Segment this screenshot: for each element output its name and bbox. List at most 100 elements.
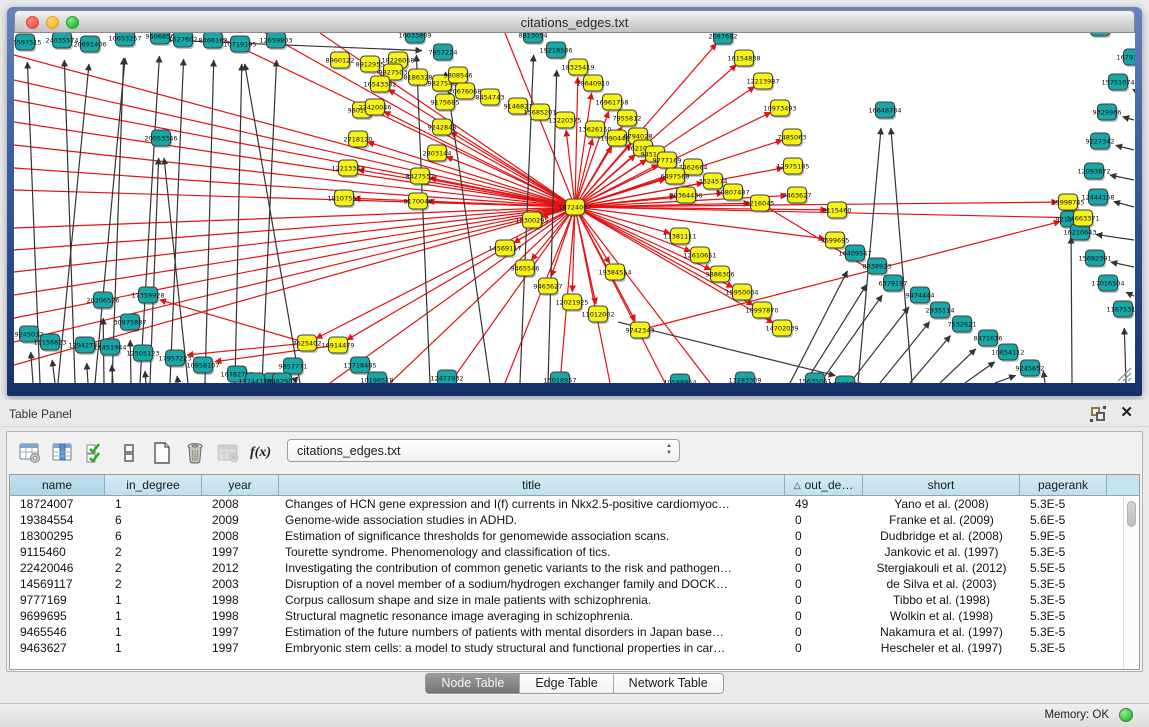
graph-node-label: 15635061	[798, 378, 831, 384]
graph-node-label: 7485063	[778, 134, 807, 142]
column-header-year[interactable]: year	[202, 475, 279, 495]
table-cell: Genome-wide association studies in ADHD.	[279, 512, 785, 528]
table-row[interactable]: 2242004622012Investigating the contribut…	[10, 560, 1139, 576]
graph-node-label: 11156823	[33, 339, 66, 347]
show-column-icon[interactable]	[50, 440, 76, 466]
table-cell: 1	[105, 496, 202, 512]
new-table-icon[interactable]	[149, 440, 175, 466]
memory-status-indicator	[1119, 708, 1133, 722]
network-canvas[interactable]: 1659751524035574206914061065325795068561…	[14, 33, 1135, 383]
graph-node-label: 20364436	[669, 192, 702, 200]
table-row[interactable]: 977716911998Corpus callosum shape and si…	[10, 592, 1139, 608]
graph-node-label: 7463627	[783, 192, 812, 200]
graph-node-label: 18107551	[327, 195, 360, 203]
select-attributes-icon[interactable]	[83, 440, 109, 466]
table-cell: 0	[785, 560, 863, 576]
delete-table-icon[interactable]	[182, 440, 208, 466]
table-cell: 9777169	[10, 592, 105, 608]
table-cell: 9463627	[10, 640, 105, 656]
table-cell: Tibbo et al. (1998)	[863, 592, 1020, 608]
graph-node-label: 12444158	[1081, 194, 1114, 202]
table-row[interactable]: 1938455462009Genome-wide association stu…	[10, 512, 1139, 528]
tab-edge-table[interactable]: Edge Table	[519, 674, 612, 693]
table-cell: 19384554	[10, 512, 105, 528]
table-selector-value: citations_edges.txt	[297, 444, 401, 458]
table-cell: 2003	[202, 576, 279, 592]
graph-node-label: 18325419	[561, 64, 594, 72]
table-selector-dropdown[interactable]: citations_edges.txt ▲▼	[287, 439, 680, 462]
graph-node[interactable]	[1091, 33, 1110, 36]
column-header-name[interactable]: name	[10, 475, 105, 495]
graph-node-label: 6794028	[624, 133, 653, 141]
table-cell: Disruption of a novel member of a sodium…	[279, 576, 785, 592]
table-settings-icon[interactable]	[17, 440, 43, 466]
graph-node-label: 14663371	[1066, 215, 1099, 223]
graph-node-label: 8912955	[356, 61, 385, 69]
table-cell: Franke et al. (2009)	[863, 512, 1020, 528]
tab-node-table[interactable]: Node Table	[426, 674, 519, 693]
network-graph[interactable]: 1659751524035574206914061065325795068561…	[14, 33, 1135, 383]
column-header-in-degree[interactable]: in_degree	[105, 475, 202, 495]
graph-node-label: 9115460	[823, 207, 852, 215]
row-height-icon[interactable]	[116, 440, 142, 466]
graph-node-label: 6379197	[879, 280, 908, 288]
table-row[interactable]: 946554611997Estimation of the future num…	[10, 624, 1139, 640]
table-cell: 9115460	[10, 544, 105, 560]
graph-node-label: 16238884	[828, 381, 861, 384]
table-row[interactable]: 969969511998Structural magnetic resonanc…	[10, 608, 1139, 624]
table-cell: 6	[105, 528, 202, 544]
table-cell: Corpus callosum shape and size in male p…	[279, 592, 785, 608]
graph-node-label: 9170046	[404, 198, 433, 206]
graph-node-label: 16210643	[1063, 229, 1096, 237]
graph-node-label: 14569117	[488, 245, 521, 253]
column-header-pagerank[interactable]: pagerank	[1020, 475, 1107, 495]
table-row[interactable]: 1456911722003Disruption of a novel membe…	[10, 576, 1139, 592]
graph-node-label: 17359928	[131, 292, 164, 300]
table-cell: 5.3E-5	[1020, 496, 1107, 512]
table-cell: 1	[105, 608, 202, 624]
column-header-short[interactable]: short	[863, 475, 1020, 495]
graph-node-label: 10958107	[186, 362, 219, 370]
graph-node-label: 10973493	[763, 105, 796, 113]
column-header-title[interactable]: title	[279, 475, 785, 495]
table-row[interactable]: 1830029562008Estimation of significance …	[10, 528, 1139, 544]
close-panel-icon[interactable]: ✕	[1120, 404, 1133, 422]
graph-node-label: 8813054	[519, 33, 548, 40]
table-cell: 5.3E-5	[1020, 544, 1107, 560]
scrollbar-thumb[interactable]	[1127, 501, 1136, 527]
graph-node-label: 12505123	[126, 350, 159, 358]
column-header-out-de-[interactable]: △out_de…	[785, 475, 863, 495]
table-cell: 0	[785, 544, 863, 560]
table-cell: 14569117	[10, 576, 105, 592]
graph-node-label: 8454743	[476, 94, 505, 102]
table-cell: 1	[105, 592, 202, 608]
graph-node-label: 7955812	[613, 115, 642, 123]
table-vertical-scrollbar[interactable]	[1123, 497, 1138, 669]
table-row[interactable]: 911546021997Tourette syndrome. Phenomeno…	[10, 544, 1139, 560]
graph-node-label: 18300295	[515, 217, 548, 225]
table-cell: Dudbridge et al. (2008)	[863, 528, 1020, 544]
graph-node-label: 12093872	[1077, 168, 1110, 176]
network-window-titlebar[interactable]: citations_edges.txt	[14, 10, 1135, 33]
float-panel-icon[interactable]	[1091, 407, 1105, 421]
table-cell: 1998	[202, 592, 279, 608]
tab-network-table[interactable]: Network Table	[613, 674, 723, 693]
table-cell: 2008	[202, 528, 279, 544]
table-cell: 1998	[202, 608, 279, 624]
graph-node-label: 16597515	[14, 39, 42, 47]
table-cell: Investigating the contribution of common…	[279, 560, 785, 576]
table-cell: Jankovic et al. (1997)	[863, 544, 1020, 560]
graph-node-label: 9777169	[653, 157, 682, 165]
graph-node-label: 16648784	[868, 107, 901, 115]
graph-node-label: 7625402	[293, 340, 322, 348]
table-row[interactable]: 946362711997Embryonic stem cells: a mode…	[10, 640, 1139, 656]
graph-node-label: 9742343	[626, 327, 655, 335]
graph-node-label: 16914479	[321, 342, 354, 350]
graph-node-label: 12610651	[683, 252, 716, 260]
table-tabs: Node TableEdge TableNetwork Table	[425, 673, 723, 694]
function-builder-icon[interactable]: f(x)	[250, 445, 271, 461]
table-row[interactable]: 1872400712008Changes of HCN gene express…	[10, 496, 1139, 512]
table-cell: 5.3E-5	[1020, 624, 1107, 640]
import-table-disabled-icon[interactable]	[215, 440, 241, 466]
table-cell: 1997	[202, 624, 279, 640]
